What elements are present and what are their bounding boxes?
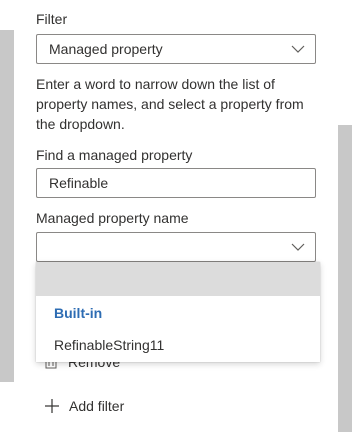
background-left	[0, 0, 14, 432]
chevron-down-icon	[291, 45, 305, 53]
plus-icon	[45, 399, 59, 413]
background-right	[338, 0, 352, 432]
chevron-down-icon	[291, 243, 305, 251]
help-text: Enter a word to narrow down the list of …	[36, 76, 304, 132]
dropdown-group-header: Built-in	[54, 305, 103, 321]
filter-panel: Filter Managed property Enter a word to …	[14, 0, 338, 432]
add-filter-button[interactable]: Add filter	[44, 394, 124, 418]
background-gray-left	[0, 30, 14, 382]
filter-dropdown[interactable]: Managed property	[36, 34, 316, 64]
dropdown-option-empty[interactable]	[36, 262, 320, 296]
managed-property-name-label: Managed property name	[36, 210, 189, 226]
filter-dropdown-value: Managed property	[49, 41, 163, 57]
filter-label: Filter	[36, 11, 68, 27]
dropdown-option[interactable]: RefinableString11	[54, 337, 164, 353]
managed-property-dropdown-menu: Built-in RefinableString11	[36, 262, 320, 362]
background-gray-right	[338, 125, 352, 432]
find-managed-property-value: Refinable	[49, 175, 109, 191]
add-filter-label: Add filter	[69, 398, 125, 414]
managed-property-name-dropdown[interactable]	[36, 232, 316, 262]
find-managed-property-input[interactable]: Refinable	[36, 168, 316, 198]
find-managed-property-label: Find a managed property	[36, 147, 193, 163]
